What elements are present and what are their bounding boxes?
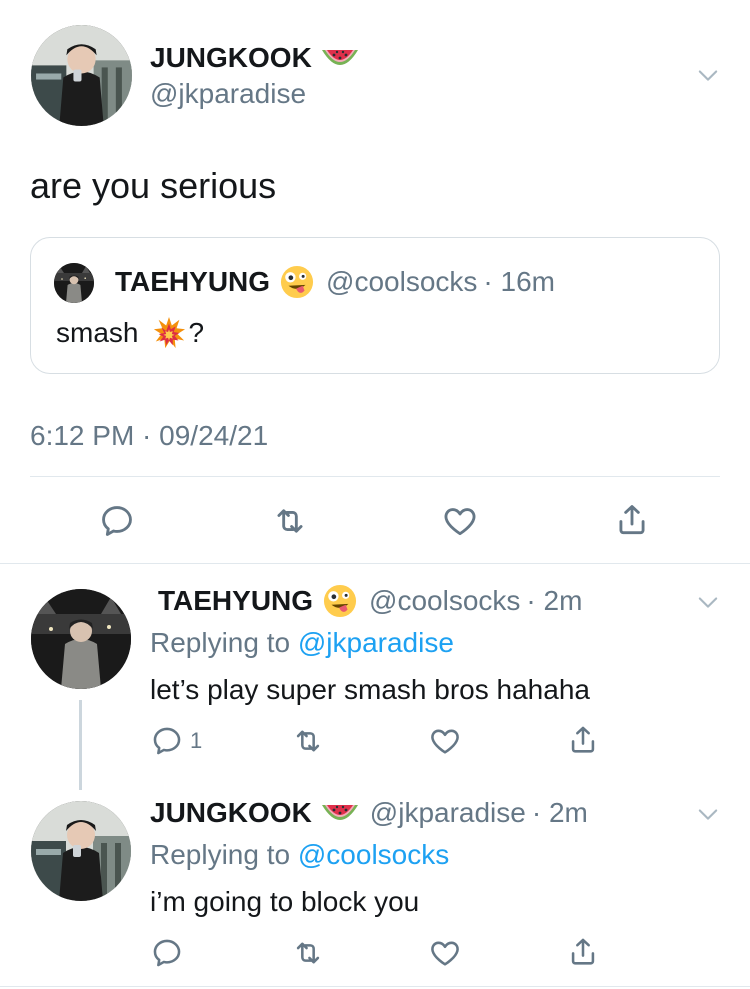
- tweet-timestamp[interactable]: 6:12 PM · 09/24/21: [30, 420, 268, 452]
- heart-icon: [428, 936, 462, 970]
- reply-header[interactable]: JUNGKOOK @jkparadise · 2m: [150, 797, 588, 829]
- share-button[interactable]: [566, 722, 600, 758]
- quoted-handle: @coolsocks: [326, 266, 478, 297]
- reply-author-handle[interactable]: @coolsocks: [369, 585, 520, 617]
- retweet-button[interactable]: [290, 724, 326, 758]
- share-icon: [566, 722, 600, 758]
- replying-to-line: Replying to @jkparadise: [150, 627, 454, 659]
- reply-time: · 2m: [531, 797, 588, 828]
- zany-face-emoji-icon: [323, 584, 357, 618]
- thread-line: [79, 700, 82, 790]
- avatar[interactable]: [31, 801, 131, 901]
- avatar[interactable]: [31, 589, 131, 689]
- divider: [0, 563, 750, 564]
- retweet-icon: [270, 502, 310, 540]
- reply-header[interactable]: TAEHYUNG @coolsocks · 2m: [158, 584, 582, 618]
- avatar[interactable]: [31, 25, 132, 126]
- watermelon-emoji-icon: [320, 801, 360, 825]
- like-button[interactable]: [428, 936, 462, 970]
- reply-icon: [150, 936, 184, 970]
- reply-icon: [98, 502, 136, 540]
- author-handle[interactable]: @jkparadise: [150, 78, 306, 110]
- replying-to-label: Replying to: [150, 627, 291, 658]
- reply-count: 1: [190, 728, 203, 753]
- heart-icon: [428, 724, 462, 758]
- share-icon: [613, 500, 651, 540]
- quoted-time: · 16m: [483, 266, 555, 297]
- reply-author-name[interactable]: JUNGKOOK: [150, 797, 312, 829]
- share-icon: [566, 934, 600, 970]
- chevron-down-icon[interactable]: [694, 800, 722, 828]
- reply-author-name[interactable]: TAEHYUNG: [158, 585, 313, 617]
- reply-button[interactable]: [150, 936, 184, 970]
- reply-time: · 2m: [526, 585, 583, 616]
- author-name-row[interactable]: JUNGKOOK: [150, 42, 360, 74]
- quoted-avatar: [54, 263, 94, 303]
- like-button[interactable]: [441, 502, 479, 540]
- replying-to-link[interactable]: @jkparadise: [298, 627, 454, 658]
- retweet-button[interactable]: [290, 936, 326, 970]
- reply-icon: [150, 724, 184, 758]
- quoted-name: TAEHYUNG: [115, 266, 271, 297]
- collision-emoji-icon: [152, 316, 186, 350]
- author-name[interactable]: JUNGKOOK: [150, 42, 312, 74]
- reply-button[interactable]: 1: [150, 724, 202, 758]
- divider: [30, 476, 720, 477]
- share-button[interactable]: [613, 500, 651, 540]
- reply-author-handle[interactable]: @jkparadise: [370, 797, 526, 829]
- replying-to-label: Replying to: [150, 839, 291, 870]
- heart-icon: [441, 502, 479, 540]
- quoted-header: TAEHYUNG @coolsocks · 16m: [115, 265, 555, 299]
- reply-text: i’m going to block you: [150, 886, 420, 917]
- watermelon-emoji-icon: [320, 46, 360, 70]
- replying-to-line: Replying to @coolsocks: [150, 839, 449, 871]
- retweet-icon: [290, 936, 326, 970]
- quoted-text: smash: [56, 317, 139, 348]
- retweet-icon: [290, 724, 326, 758]
- tweet-text: are you serious: [30, 165, 277, 206]
- like-button[interactable]: [428, 724, 462, 758]
- reply-text: let’s play super smash bros hahaha: [150, 674, 590, 705]
- quoted-tweet-card[interactable]: TAEHYUNG @coolsocks · 16m smash ?: [30, 237, 720, 374]
- chevron-down-icon[interactable]: [694, 588, 722, 616]
- quoted-text-suffix: ?: [188, 317, 205, 348]
- retweet-button[interactable]: [270, 502, 310, 540]
- quoted-text-row: smash ?: [56, 316, 204, 350]
- zany-face-emoji-icon: [280, 265, 314, 299]
- replying-to-link[interactable]: @coolsocks: [298, 839, 449, 870]
- reply-button[interactable]: [98, 502, 136, 540]
- chevron-down-icon[interactable]: [694, 61, 722, 89]
- share-button[interactable]: [566, 934, 600, 970]
- divider: [0, 986, 750, 987]
